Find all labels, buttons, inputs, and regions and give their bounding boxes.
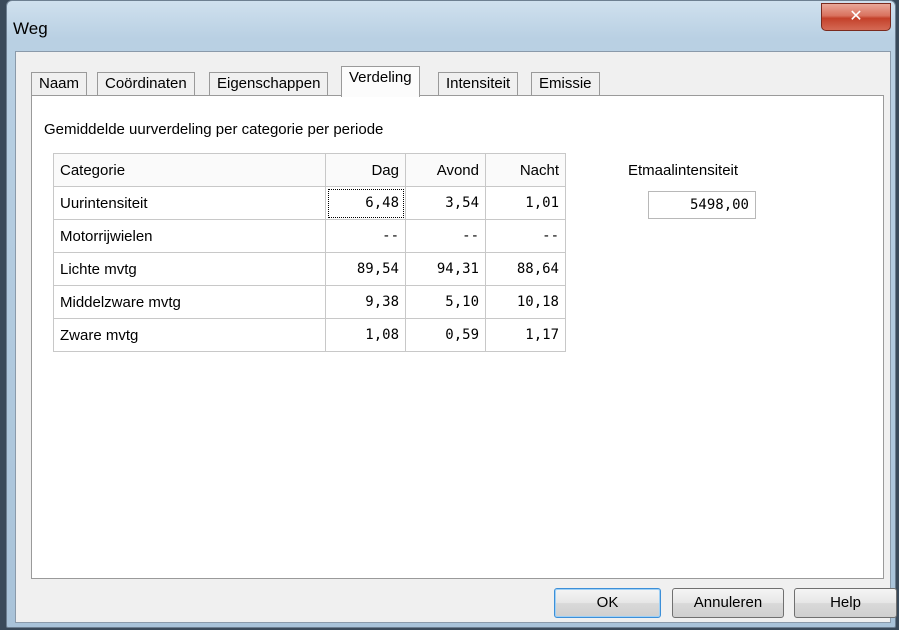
- close-icon: ✕: [849, 8, 863, 25]
- close-button[interactable]: ✕: [821, 3, 891, 31]
- distribution-table: Categorie Dag Avond Nacht Uurintensiteit…: [53, 153, 566, 352]
- column-header-avond: Avond: [405, 153, 486, 187]
- tab-eigenschappen[interactable]: Eigenschappen: [209, 72, 329, 96]
- etmaalintensiteit-field[interactable]: 5498,00: [648, 191, 756, 219]
- row-label: Uurintensiteit: [53, 186, 326, 220]
- cell-nacht[interactable]: 1,01: [485, 186, 566, 220]
- tab-verdeling[interactable]: Verdeling: [341, 66, 420, 97]
- cell-nacht[interactable]: 1,17: [485, 318, 566, 352]
- cell-dag[interactable]: 89,54: [325, 252, 406, 286]
- row-label: Lichte mvtg: [53, 252, 326, 286]
- cell-nacht[interactable]: --: [485, 219, 566, 253]
- title-bar[interactable]: Weg ✕: [7, 1, 895, 51]
- table-row: Middelzware mvtg 9,38 5,10 10,18: [53, 285, 566, 319]
- table-row: Uurintensiteit 6,48 3,54 1,01: [53, 186, 566, 220]
- section-heading: Gemiddelde uurverdeling per categorie pe…: [44, 121, 384, 138]
- tab-naam[interactable]: Naam: [31, 72, 88, 96]
- cell-nacht[interactable]: 10,18: [485, 285, 566, 319]
- cell-nacht[interactable]: 88,64: [485, 252, 566, 286]
- cell-dag[interactable]: 6,48: [325, 186, 406, 220]
- table-row: Motorrijwielen -- -- --: [53, 219, 566, 253]
- cell-avond[interactable]: --: [405, 219, 486, 253]
- row-label: Motorrijwielen: [53, 219, 326, 253]
- dialog-window: Weg ✕ Naam Coördinaten Eigenschappen Ver…: [6, 0, 897, 628]
- row-label: Zware mvtg: [53, 318, 326, 352]
- column-header-nacht: Nacht: [485, 153, 566, 187]
- tab-intensiteit[interactable]: Intensiteit: [438, 72, 519, 96]
- cell-avond[interactable]: 94,31: [405, 252, 486, 286]
- tab-panel-verdeling: Gemiddelde uurverdeling per categorie pe…: [31, 95, 884, 579]
- table-row: Zware mvtg 1,08 0,59 1,17: [53, 318, 566, 352]
- column-header-categorie: Categorie: [53, 153, 326, 187]
- cell-avond[interactable]: 5,10: [405, 285, 486, 319]
- dialog-client: Naam Coördinaten Eigenschappen Verdeling…: [15, 51, 897, 623]
- cell-dag[interactable]: 9,38: [325, 285, 406, 319]
- table-header-row: Categorie Dag Avond Nacht: [53, 153, 566, 187]
- column-header-dag: Dag: [325, 153, 406, 187]
- ok-button[interactable]: OK: [554, 588, 661, 618]
- cell-dag[interactable]: --: [325, 219, 406, 253]
- row-label: Middelzware mvtg: [53, 285, 326, 319]
- table-row: Lichte mvtg 89,54 94,31 88,64: [53, 252, 566, 286]
- etmaalintensiteit-label: Etmaalintensiteit: [628, 162, 739, 179]
- cancel-button[interactable]: Annuleren: [672, 588, 784, 618]
- window-title: Weg: [13, 19, 48, 38]
- tab-emissie[interactable]: Emissie: [531, 72, 600, 96]
- cell-avond[interactable]: 3,54: [405, 186, 486, 220]
- cell-avond[interactable]: 0,59: [405, 318, 486, 352]
- tab-coordinaten[interactable]: Coördinaten: [97, 72, 195, 96]
- cell-dag[interactable]: 1,08: [325, 318, 406, 352]
- help-button[interactable]: Help: [794, 588, 897, 618]
